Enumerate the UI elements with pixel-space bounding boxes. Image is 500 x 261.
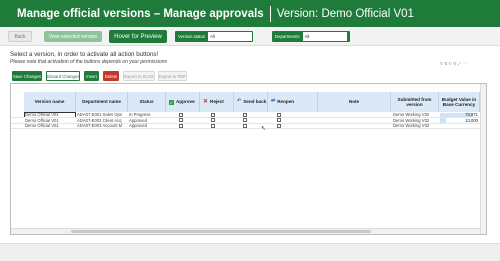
version-status-label: Version status: [178, 34, 205, 39]
grid-tool-icons: ⊽ ⇅ ↻ ⚙ ⤢ ⋯: [440, 61, 466, 66]
settings-icon[interactable]: ⚙: [453, 61, 457, 66]
approvals-grid: Version name Department name Status ✓ Ap…: [10, 83, 487, 235]
reopen-icon: ⇄: [271, 98, 276, 105]
expand-icon[interactable]: ⤢: [458, 61, 461, 66]
save-changes-button[interactable]: Save Changes: [12, 71, 42, 81]
back-button[interactable]: Back: [8, 31, 32, 42]
insert-button[interactable]: Insert: [84, 71, 99, 81]
send-back-header-label: Send back: [243, 99, 267, 105]
reopen-header-label: Reopen: [277, 99, 295, 105]
more-icon[interactable]: ⋯: [462, 61, 466, 66]
delete-button[interactable]: Delete: [103, 71, 119, 81]
departments-select[interactable]: All: [302, 32, 347, 41]
row-divider: [11, 128, 486, 130]
export-xlsx-button[interactable]: Export to XLSX: [123, 71, 155, 81]
col-reject[interactable]: ✕ Reject: [200, 92, 234, 112]
top-toolbar: Back View selected version Hover for Pre…: [0, 27, 500, 46]
vertical-scrollbar[interactable]: [480, 84, 486, 234]
departments-filter[interactable]: Departments All: [272, 31, 350, 42]
title-separator: [269, 5, 271, 22]
hover-preview-button[interactable]: Hover for Preview: [109, 30, 167, 43]
version-subtitle: Version: Demo Official V01: [276, 7, 414, 20]
version-status-select[interactable]: All: [208, 32, 252, 41]
page-header: Manage official versions – Manage approv…: [0, 0, 500, 27]
col-department-name[interactable]: Department name: [76, 92, 128, 112]
col-version-name[interactable]: Version name: [24, 92, 76, 112]
discard-changes-button[interactable]: Discard Changes: [46, 71, 80, 81]
instruction-text: Select a version, in order to activate a…: [10, 51, 159, 58]
filter-icon[interactable]: ⊽: [440, 61, 443, 66]
permissions-note: Please note that activation of the butto…: [10, 59, 168, 65]
col-note[interactable]: Note: [318, 92, 391, 112]
page-title: Manage official versions – Manage approv…: [17, 7, 264, 20]
col-submitted-from[interactable]: Submitted from version: [391, 92, 439, 112]
horizontal-scrollbar[interactable]: [11, 228, 480, 234]
send-back-icon: ↶: [237, 98, 242, 105]
reject-x-icon: ✕: [203, 98, 209, 105]
horizontal-scroll-thumb[interactable]: [71, 230, 371, 233]
version-status-filter[interactable]: Version status All: [175, 31, 253, 42]
reject-header-label: Reject: [210, 99, 224, 105]
col-approve[interactable]: ✓ Approve: [166, 92, 200, 112]
col-reopen[interactable]: ⇄ Reopen: [268, 92, 318, 112]
approve-header-label: Approve: [176, 99, 195, 105]
mouse-cursor: ↖: [261, 126, 267, 132]
col-status[interactable]: Status: [128, 92, 166, 112]
approve-check-icon: ✓: [169, 99, 174, 105]
bottom-bar: [0, 243, 500, 261]
sort-icon[interactable]: ⇅: [444, 61, 447, 66]
departments-label: Departments: [275, 34, 300, 39]
refresh-icon[interactable]: ↻: [449, 61, 452, 66]
export-pdf-button[interactable]: Export to PDF: [158, 71, 187, 81]
col-send-back[interactable]: ↶ Send back: [234, 92, 268, 112]
col-budget-value[interactable]: Budget Value in Base Currency: [439, 92, 480, 112]
view-selected-version-button[interactable]: View selected version: [44, 31, 102, 42]
